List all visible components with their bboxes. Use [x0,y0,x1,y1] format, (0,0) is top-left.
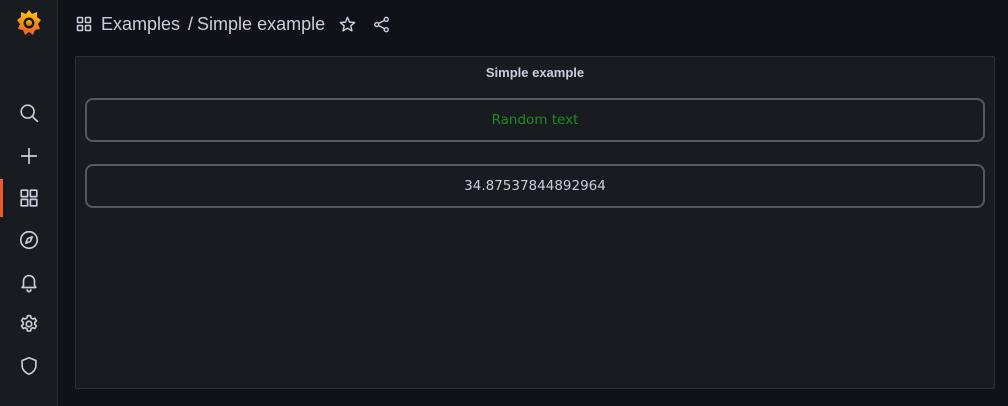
share-icon [373,16,389,32]
text-value: Random text [491,112,579,128]
shield-icon [21,356,37,376]
grafana-logo-icon[interactable] [15,8,43,38]
search-icon [20,104,39,123]
dashboards-icon [20,189,38,207]
dashboard-nav: Examples / Simple example [58,0,1008,48]
star-icon [339,16,355,32]
panel-title[interactable]: Simple example [76,65,994,80]
dashboards-grid-icon [76,16,92,32]
gear-icon [20,314,38,332]
sidebar-item-dashboards[interactable] [0,179,58,217]
sidebar-item-search[interactable] [0,94,58,132]
favorite-button[interactable] [335,12,359,36]
number-value: 34.87537844892964 [464,178,606,194]
bell-icon [21,274,37,293]
sidebar-item-server-admin[interactable] [0,347,58,385]
plus-icon [20,147,38,165]
number-value-box: 34.87537844892964 [85,164,985,208]
sidebar-item-configuration[interactable] [0,305,58,343]
sidebar-item-alerting[interactable] [0,263,58,301]
sidebar-item-create[interactable] [0,137,58,175]
compass-icon [19,230,39,250]
breadcrumb-separator: / [188,13,194,34]
grafana-app: Examples / Simple example Simple example… [0,0,1008,406]
sidebar [0,0,58,406]
breadcrumb-dashboard-title[interactable]: Simple example [197,14,325,35]
share-button[interactable] [369,12,393,36]
panel: Simple example Random text 34.8753784489… [75,56,995,389]
sidebar-item-explore[interactable] [0,221,58,259]
text-value-box: Random text [85,98,985,142]
breadcrumb-folder-link[interactable]: Examples [101,14,180,35]
